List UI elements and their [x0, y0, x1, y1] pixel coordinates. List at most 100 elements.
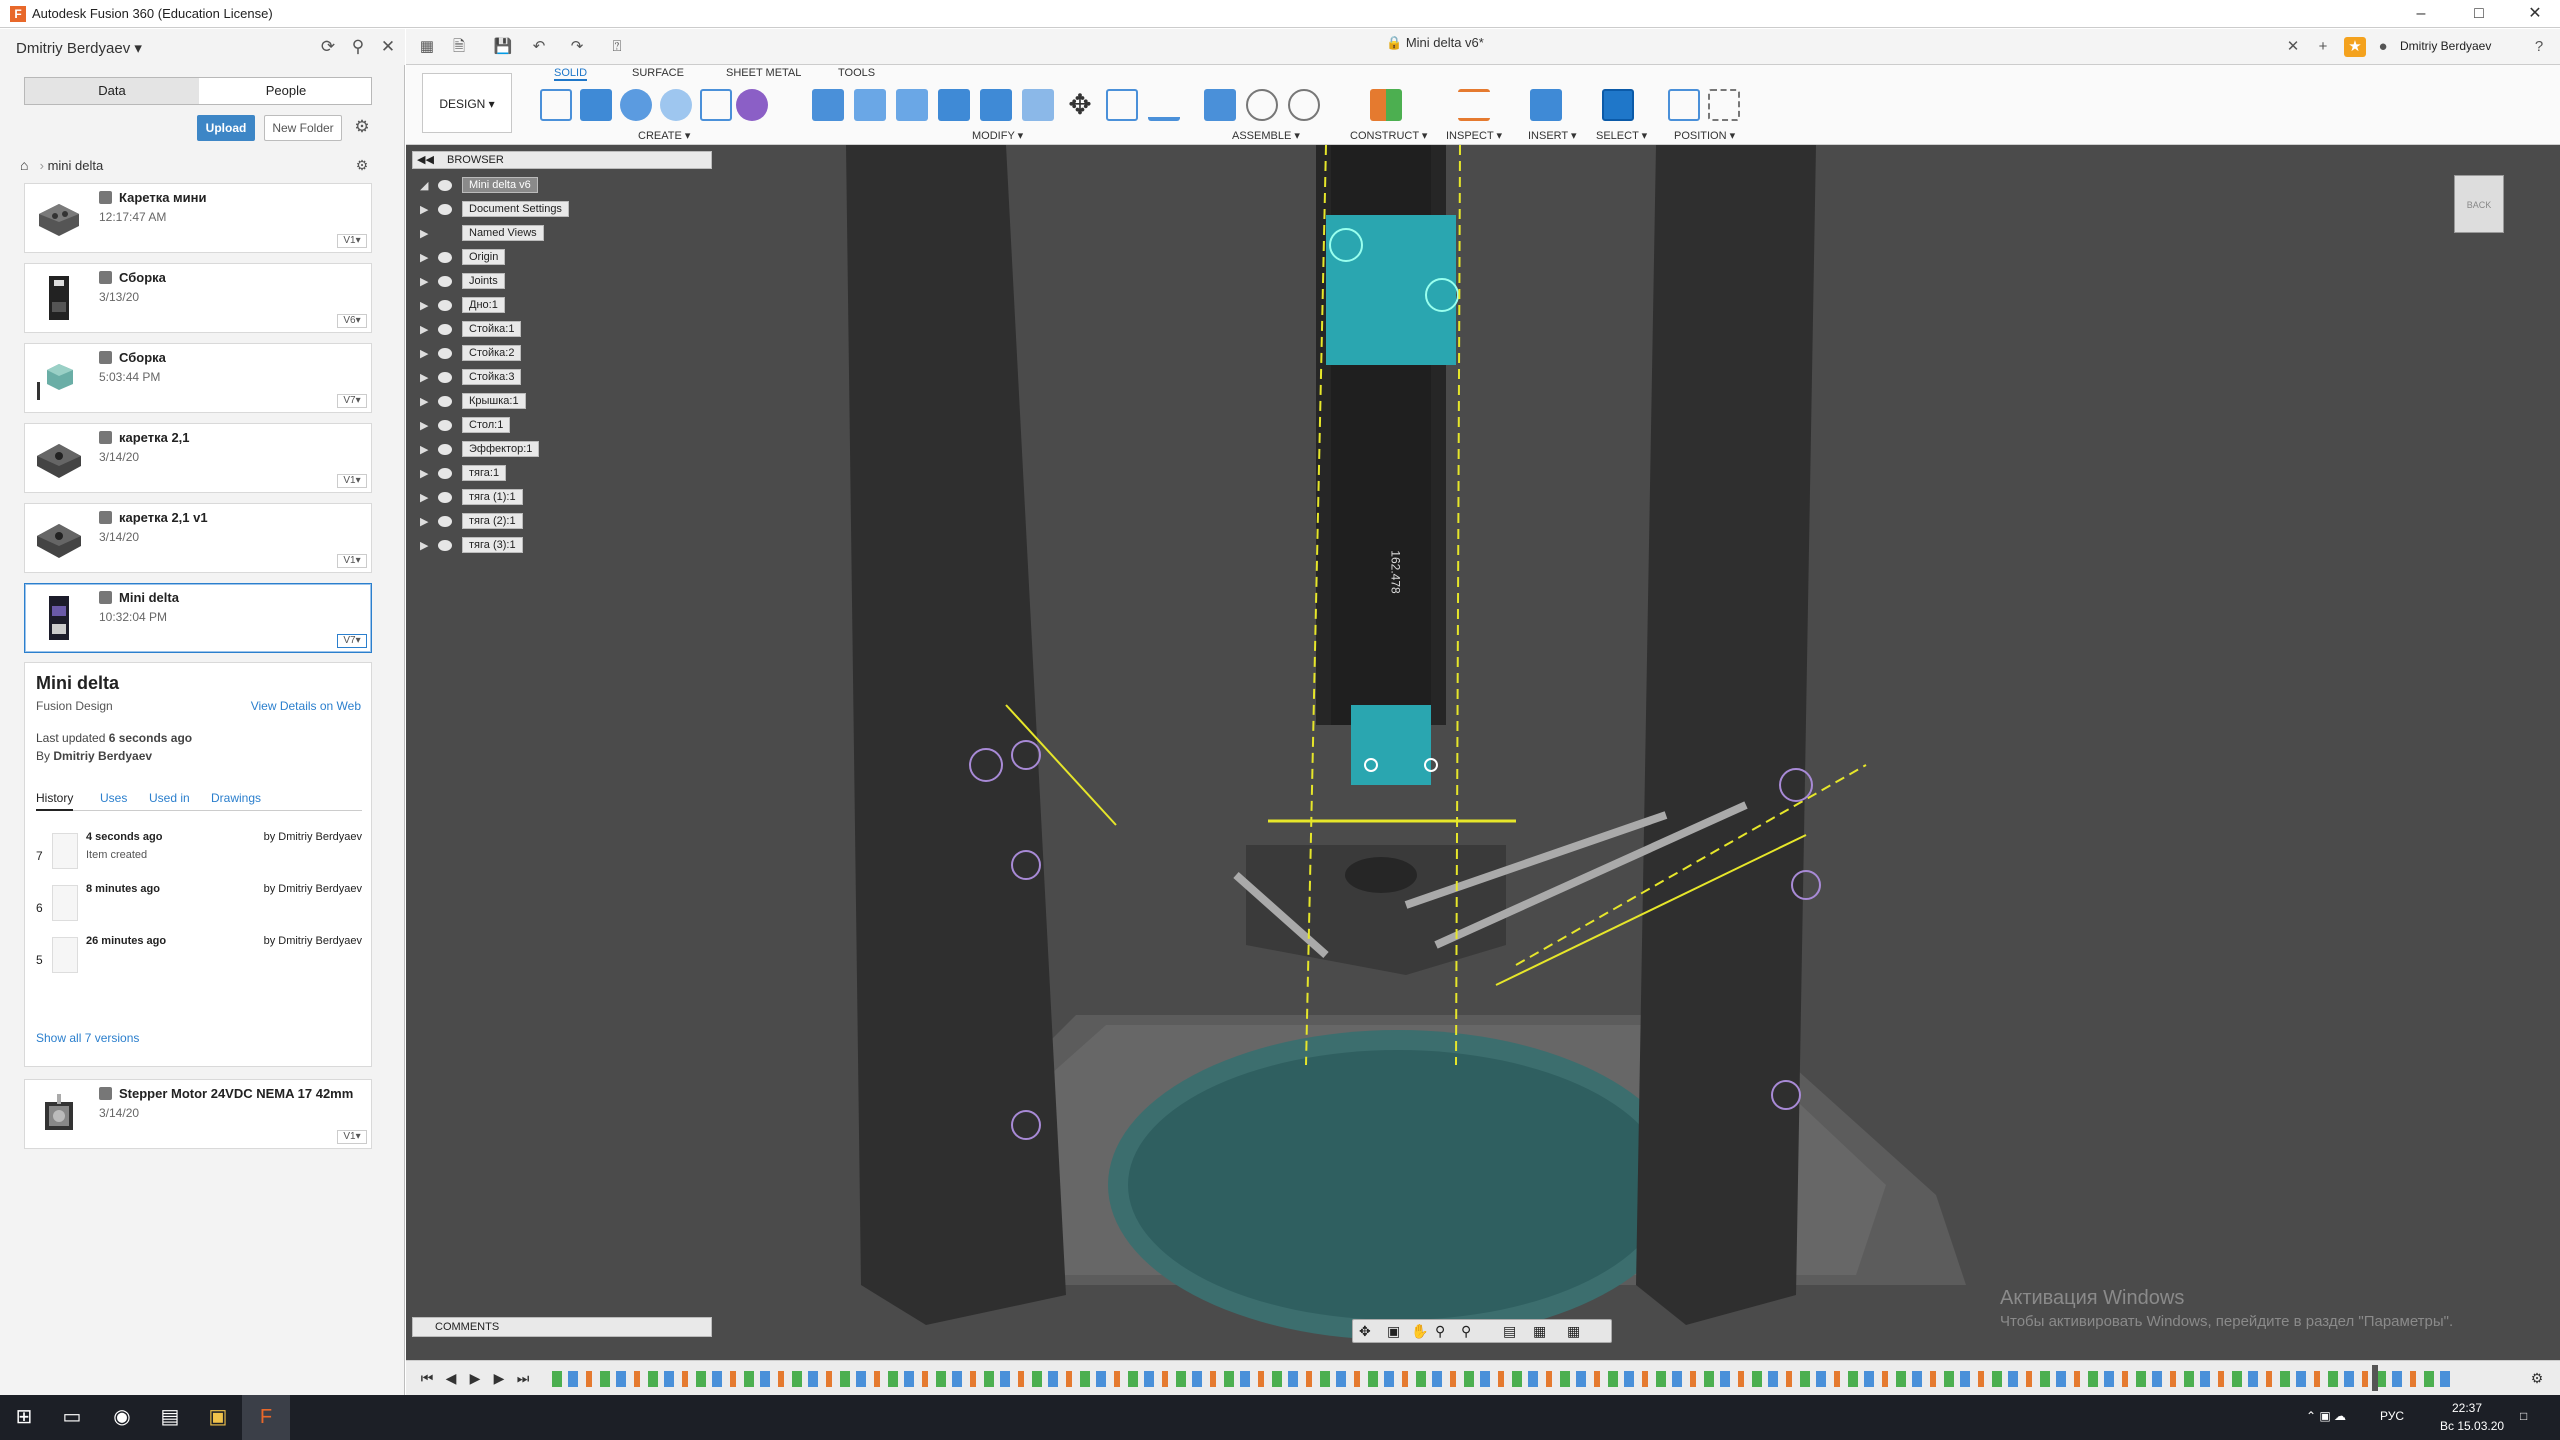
refresh-icon[interactable]: ⟳ — [318, 37, 338, 57]
visibility-icon[interactable] — [438, 180, 452, 191]
task-view-icon[interactable]: ▭ — [48, 1395, 96, 1440]
visibility-icon[interactable] — [438, 540, 452, 551]
help-icon[interactable]: ? — [2528, 37, 2550, 57]
file-card[interactable]: Stepper Motor 24VDC NEMA 17 42mm 3/14/20… — [24, 1079, 372, 1149]
upload-button[interactable]: Upload — [197, 115, 255, 141]
notifications-icon[interactable]: ★ — [2344, 37, 2366, 57]
expand-arrow-icon[interactable]: ▶ — [420, 203, 428, 216]
history-row[interactable]: 7 4 seconds ago by Dmitriy Berdyaev Item… — [36, 831, 362, 875]
start-icon[interactable]: ⊞ — [0, 1395, 48, 1440]
tab-solid[interactable]: SOLID — [554, 67, 588, 81]
tab-uses[interactable]: Uses — [100, 791, 127, 805]
measure-icon[interactable] — [1458, 89, 1490, 121]
tab-used-in[interactable]: Used in — [149, 791, 190, 805]
grid-settings-icon[interactable]: ▦ — [1533, 1323, 1546, 1340]
new-component-icon[interactable] — [1204, 89, 1236, 121]
expand-arrow-icon[interactable]: ◢ — [420, 179, 428, 192]
look-at-icon[interactable]: ▣ — [1387, 1323, 1400, 1340]
version-badge[interactable]: V1▾ — [337, 554, 367, 568]
visibility-icon[interactable] — [438, 468, 452, 479]
search-icon[interactable]: ⚲ — [348, 37, 368, 57]
user-menu[interactable]: Dmitriy Berdyaev ▾ — [16, 39, 142, 57]
visibility-icon[interactable] — [438, 372, 452, 383]
group-select[interactable]: SELECT ▾ — [1596, 129, 1647, 142]
version-badge[interactable]: V1▾ — [337, 474, 367, 488]
visibility-icon[interactable] — [438, 348, 452, 359]
expand-arrow-icon[interactable]: ▶ — [420, 491, 428, 504]
file-card[interactable]: Сборка 3/13/20 V6▾ — [24, 263, 372, 333]
fit-icon[interactable]: ⚲ — [1461, 1323, 1471, 1340]
expand-arrow-icon[interactable]: ▶ — [420, 467, 428, 480]
extrude-icon[interactable] — [580, 89, 612, 121]
browser-node[interactable]: ▶ тяга (2):1 — [420, 513, 720, 531]
expand-arrow-icon[interactable]: ▶ — [420, 395, 428, 408]
new-folder-button[interactable]: New Folder — [264, 115, 342, 141]
expand-arrow-icon[interactable]: ▶ — [420, 371, 428, 384]
chrome-icon[interactable]: ◉ — [98, 1395, 146, 1440]
file-card[interactable]: Сборка 5:03:44 PM V7▾ — [24, 343, 372, 413]
online-status-icon[interactable]: ● — [2372, 37, 2394, 57]
file-card[interactable]: каретка 2,1 3/14/20 V1▾ — [24, 423, 372, 493]
file-card[interactable]: каретка 2,1 v1 3/14/20 V1▾ — [24, 503, 372, 573]
move-icon[interactable]: ✥ — [1064, 89, 1096, 121]
orbit-icon[interactable]: ✥ — [1359, 1323, 1371, 1340]
revert-position-icon[interactable] — [1708, 89, 1740, 121]
undo-icon[interactable]: ↶ — [528, 37, 550, 57]
browser-node[interactable]: ▶ тяга (1):1 — [420, 489, 720, 507]
group-insert[interactable]: INSERT ▾ — [1528, 129, 1577, 142]
close-tab-icon[interactable]: ✕ — [2282, 37, 2304, 57]
group-construct[interactable]: CONSTRUCT ▾ — [1350, 129, 1427, 142]
hole-icon[interactable] — [660, 89, 692, 121]
revolve-icon[interactable] — [620, 89, 652, 121]
comments-panel[interactable]: COMMENTS — [412, 1317, 712, 1337]
capture-position-icon[interactable] — [1668, 89, 1700, 121]
go-to-end-icon[interactable]: ⏭ — [514, 1369, 532, 1387]
maximize-button[interactable]: □ — [2456, 0, 2502, 28]
notification-center-icon[interactable]: □ — [2520, 1409, 2527, 1423]
expand-arrow-icon[interactable]: ▶ — [420, 443, 428, 456]
play-icon[interactable]: ▶ — [466, 1369, 484, 1387]
history-row[interactable]: 5 26 minutes ago by Dmitriy Berdyaev — [36, 935, 362, 979]
timeline-settings-icon[interactable]: ⚙ — [2528, 1369, 2546, 1387]
group-create[interactable]: CREATE ▾ — [638, 129, 690, 142]
expand-arrow-icon[interactable]: ▶ — [420, 323, 428, 336]
view-cube[interactable]: BACK — [2454, 175, 2504, 233]
file-menu-icon[interactable]: 🗎 — [448, 37, 470, 57]
visibility-icon[interactable] — [438, 300, 452, 311]
expand-arrow-icon[interactable]: ▶ — [420, 347, 428, 360]
offset-plane-icon[interactable] — [1370, 89, 1402, 121]
tab-history[interactable]: History — [36, 791, 74, 811]
version-badge[interactable]: V1▾ — [337, 1130, 367, 1144]
timeline-features[interactable] — [552, 1371, 2452, 1387]
version-badge[interactable]: V7▾ — [337, 634, 367, 648]
browser-node[interactable]: ▶ Дно:1 — [420, 297, 720, 315]
gear-icon[interactable]: ⚙ — [352, 117, 372, 139]
step-forward-icon[interactable]: ▶ — [490, 1369, 508, 1387]
expand-arrow-icon[interactable]: ▶ — [420, 227, 428, 240]
input-language[interactable]: РУС — [2380, 1409, 2404, 1423]
view-on-web-link[interactable]: View Details on Web — [251, 699, 361, 713]
fusion-taskbar-icon[interactable]: F — [242, 1395, 290, 1440]
grid-menu-icon[interactable]: ▦ — [416, 37, 438, 57]
select-icon[interactable] — [1602, 89, 1634, 121]
expand-arrow-icon[interactable]: ▶ — [420, 251, 428, 264]
close-icon[interactable]: ✕ — [378, 37, 398, 57]
browser-node[interactable]: ▶ Document Settings — [420, 201, 720, 219]
close-button[interactable]: ✕ — [2512, 0, 2558, 28]
notepad-icon[interactable]: ▤ — [146, 1395, 194, 1440]
redo-icon[interactable]: ↷ — [566, 37, 588, 57]
account-user[interactable]: Dmitriy Berdyaev — [2400, 39, 2491, 53]
align-icon[interactable] — [1148, 89, 1180, 121]
shell-icon[interactable] — [938, 89, 970, 121]
expand-arrow-icon[interactable]: ▶ — [420, 299, 428, 312]
tab-drawings[interactable]: Drawings — [211, 791, 261, 805]
timeline-marker[interactable] — [2372, 1365, 2378, 1391]
breadcrumb-folder[interactable]: mini delta — [48, 158, 104, 173]
browser-node[interactable]: ▶ Стойка:3 — [420, 369, 720, 387]
tab-people[interactable]: People — [199, 78, 373, 104]
visibility-icon[interactable] — [438, 444, 452, 455]
document-tab[interactable]: 🔒 Mini delta v6* — [1386, 35, 1484, 51]
browser-node[interactable]: ▶ Крышка:1 — [420, 393, 720, 411]
new-tab-icon[interactable]: + — [2312, 37, 2334, 57]
browser-node[interactable]: ▶ Named Views — [420, 225, 720, 243]
